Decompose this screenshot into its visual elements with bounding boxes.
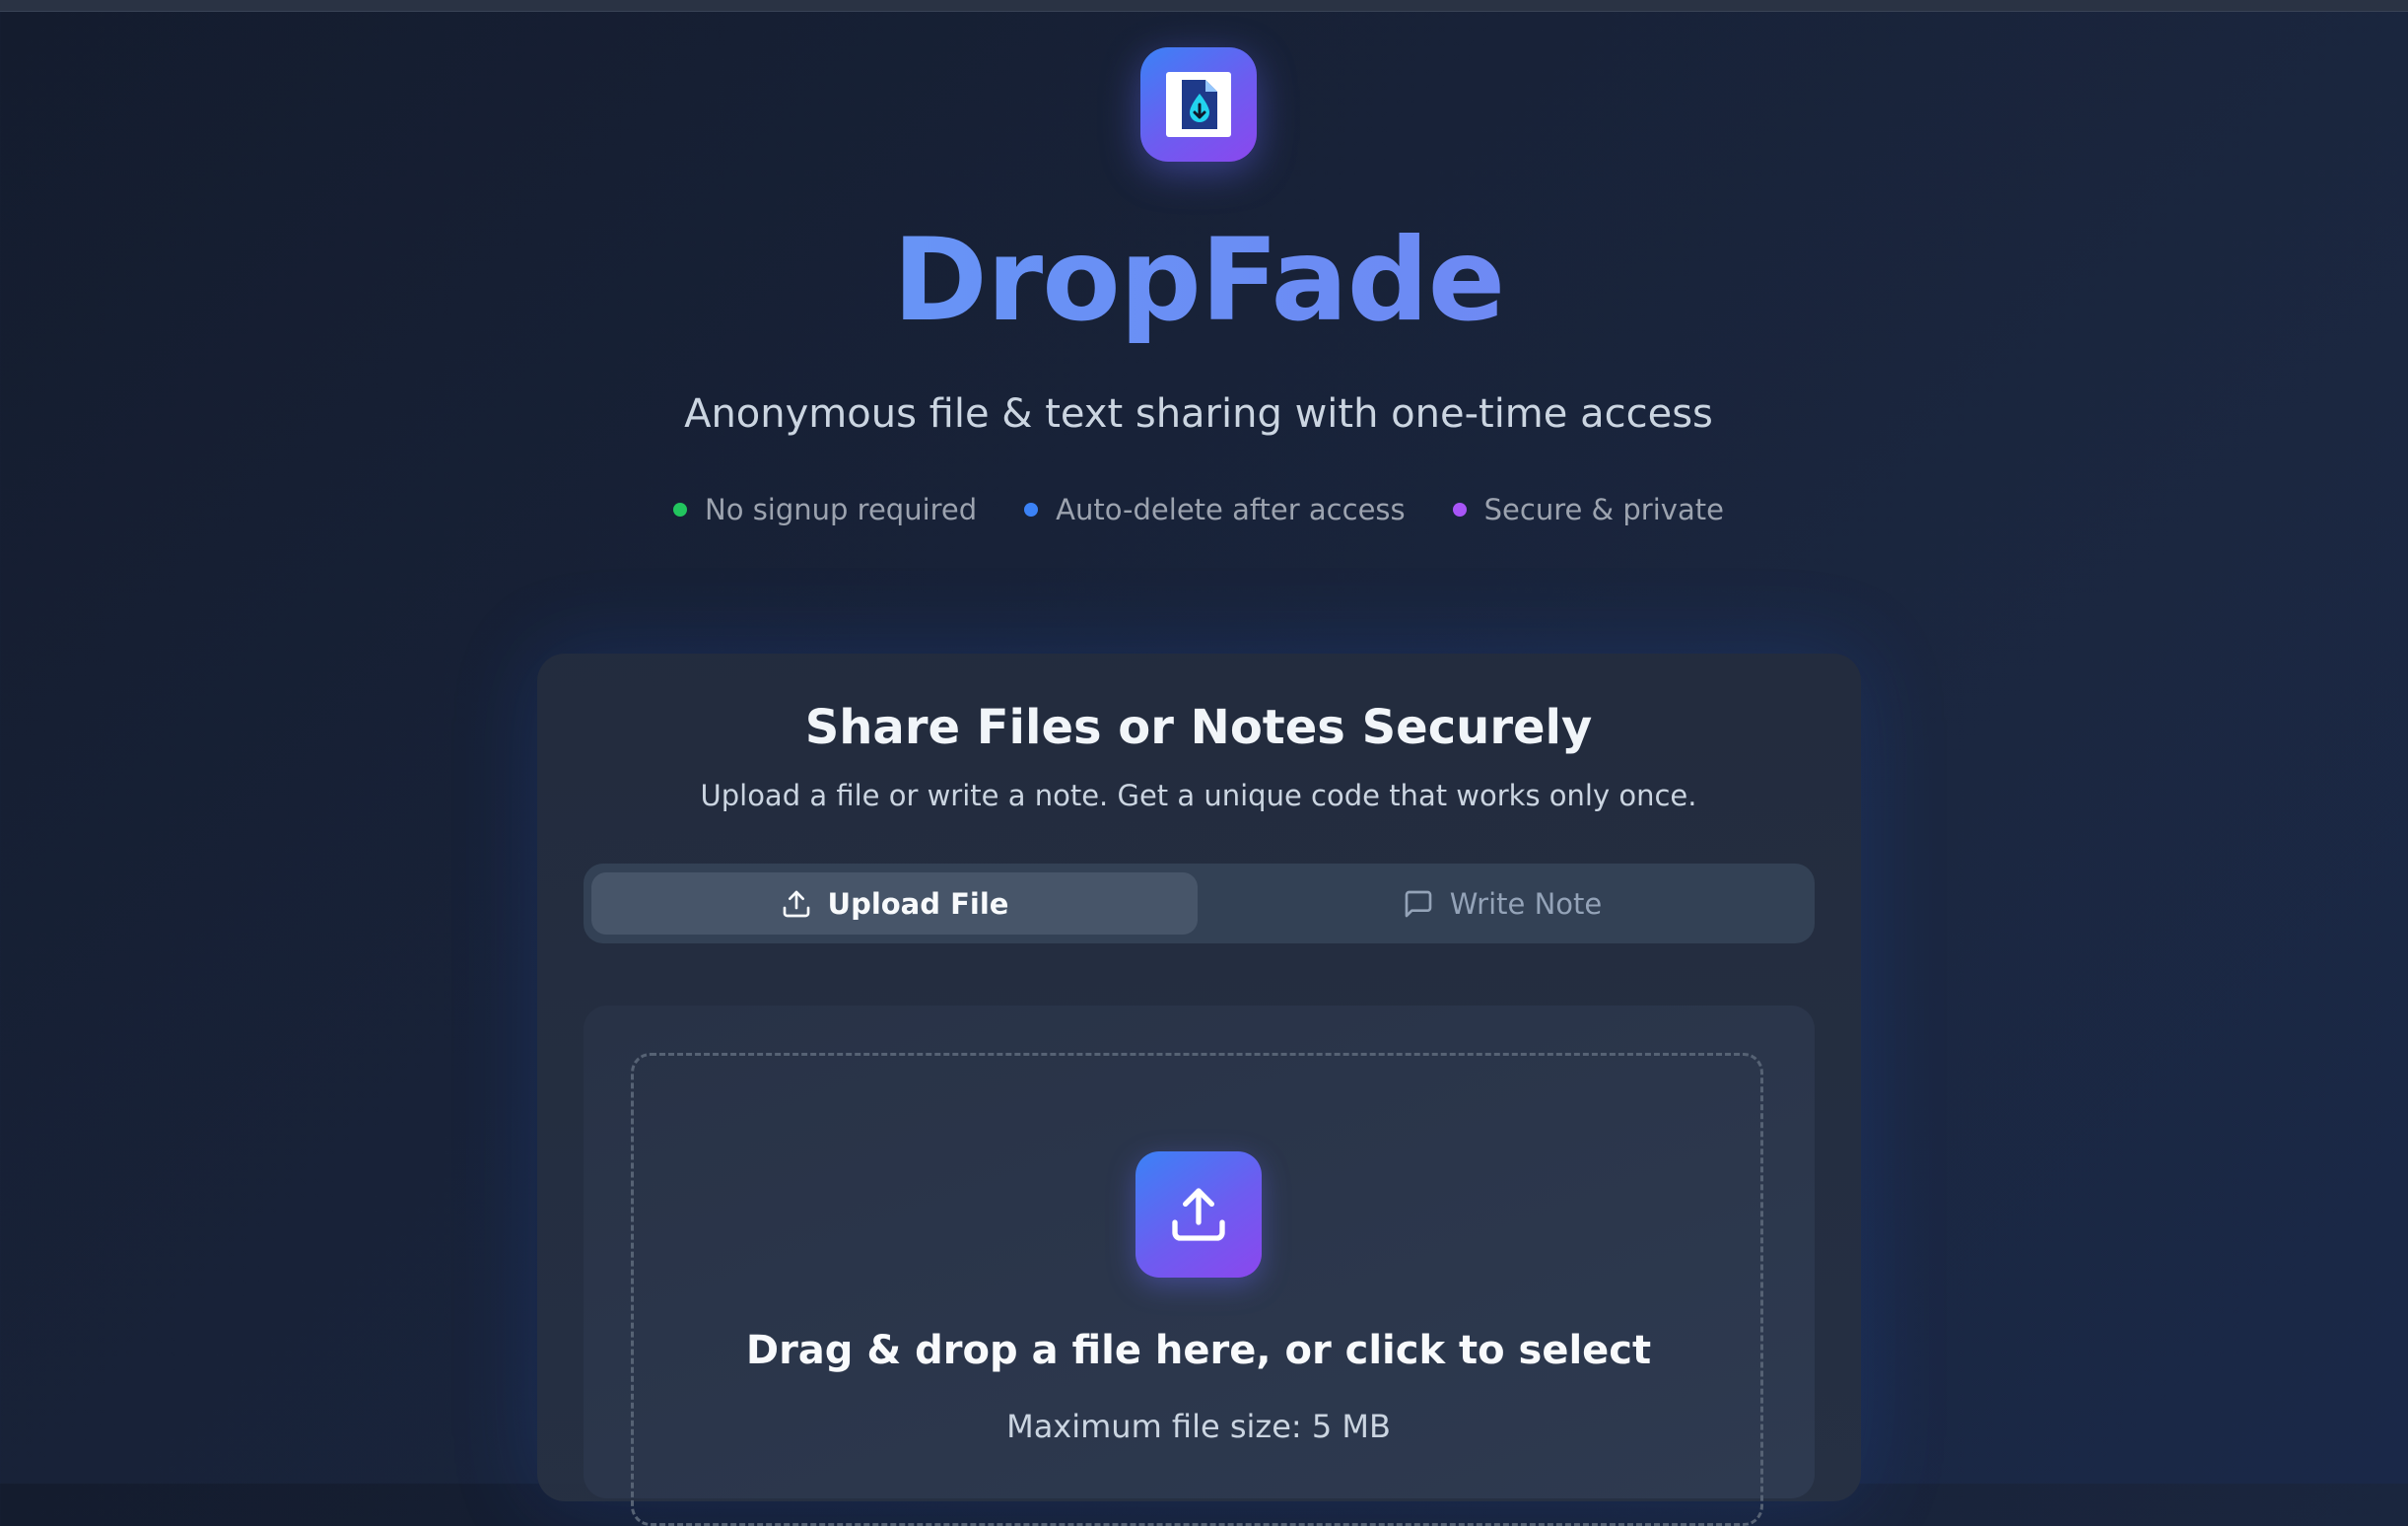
message-square-icon <box>1405 890 1432 917</box>
app-logo <box>1140 47 1257 162</box>
card-title: Share Files or Notes Securely <box>804 700 1593 755</box>
file-dropzone[interactable] <box>631 1053 1763 1526</box>
feature-label: No signup required <box>705 493 978 526</box>
file-drop-icon <box>1166 72 1231 137</box>
dropzone-title: Drag & drop a file here, or click to sel… <box>745 1328 1652 1373</box>
tab-write-note[interactable]: Write Note <box>1198 872 1807 935</box>
feature-item: Auto-delete after access <box>1024 490 1406 529</box>
feature-item: No signup required <box>673 490 977 529</box>
feature-item: Secure & private <box>1452 490 1724 529</box>
app-tagline: Anonymous file & text sharing with one-t… <box>684 391 1713 437</box>
app-title: DropFade <box>0 207 2397 355</box>
browser-top-bar <box>0 0 2408 12</box>
status-dot-blue <box>1024 503 1039 517</box>
dropzone-hint: Maximum file size: 5 MB <box>1006 1408 1391 1445</box>
status-dot-green <box>673 503 688 517</box>
feature-label: Auto-delete after access <box>1056 493 1406 526</box>
tab-label: Write Note <box>1449 886 1603 921</box>
feature-list: No signup required Auto-delete after acc… <box>0 490 2397 529</box>
mode-tabs: Upload File Write Note <box>584 864 1815 943</box>
upload-badge <box>1135 1151 1262 1278</box>
card-subtitle: Upload a file or write a note. Get a uni… <box>700 779 1697 812</box>
feature-label: Secure & private <box>1483 493 1724 526</box>
status-dot-purple <box>1452 503 1467 517</box>
upload-icon <box>1172 1188 1225 1241</box>
upload-icon <box>783 890 809 917</box>
tab-upload-file[interactable]: Upload File <box>591 872 1198 935</box>
tab-label: Upload File <box>827 886 1009 921</box>
